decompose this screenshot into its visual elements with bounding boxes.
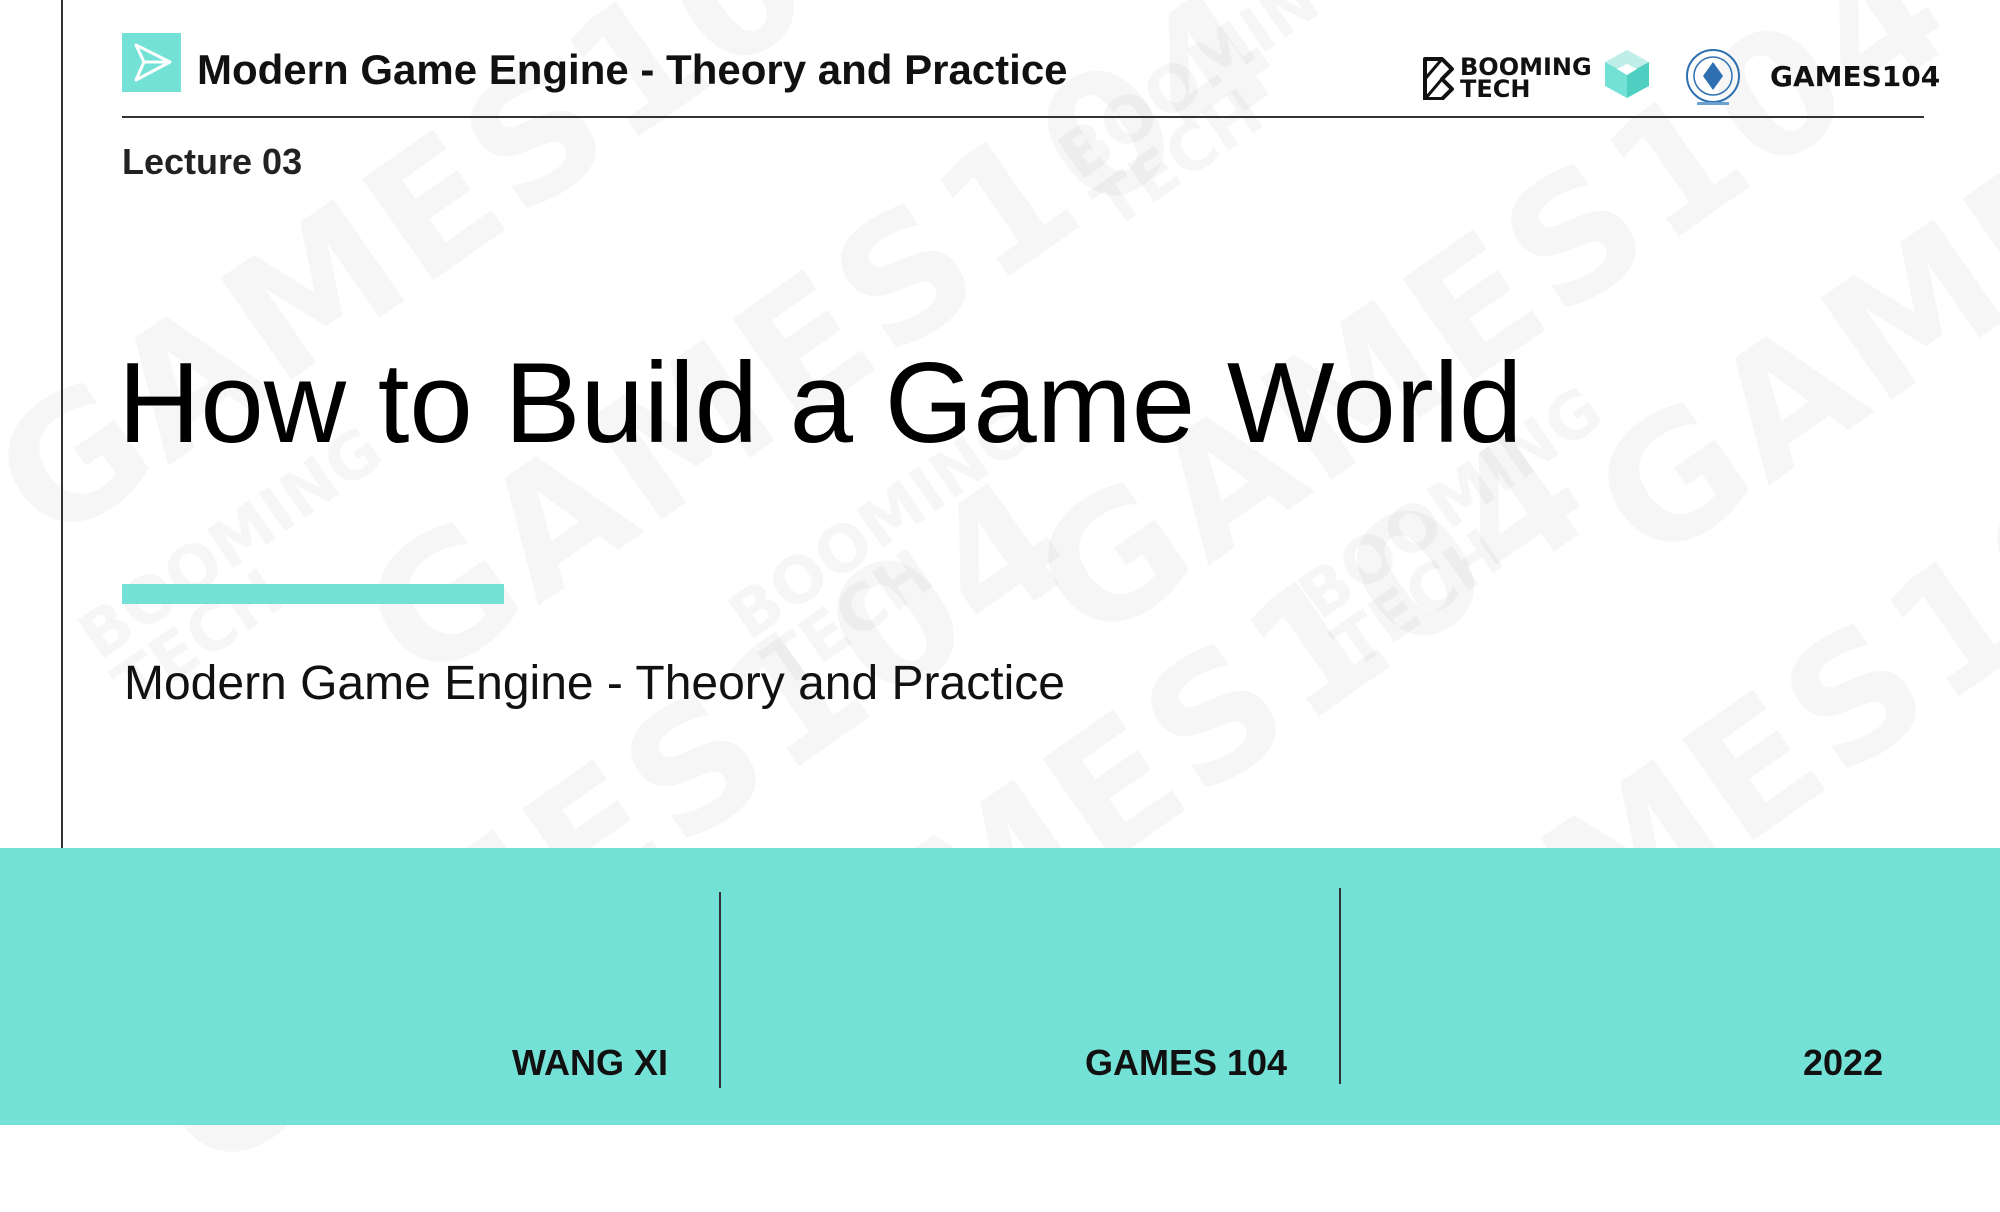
subtitle: Modern Game Engine - Theory and Practice bbox=[124, 657, 1065, 710]
footer-course: GAMES 104 bbox=[1085, 1042, 1288, 1083]
watermark-booming-tech: BOOMINGTECH bbox=[1050, 0, 1407, 238]
footer-author: WANG XI bbox=[512, 1042, 669, 1083]
accent-bar bbox=[122, 584, 504, 604]
games104-logo: GAMES104 bbox=[1770, 60, 1941, 93]
header-title: Modern Game Engine - Theory and Practice bbox=[197, 46, 1068, 93]
footer-divider bbox=[719, 892, 721, 1088]
header-divider bbox=[122, 116, 1924, 118]
lecture-number: Lecture 03 bbox=[122, 141, 303, 182]
footer-year: 2022 bbox=[1803, 1042, 1884, 1083]
left-divider bbox=[61, 0, 63, 848]
paper-plane-icon bbox=[122, 33, 181, 92]
footer-divider bbox=[1339, 888, 1341, 1084]
seal-icon bbox=[1683, 48, 1743, 108]
cube-icon bbox=[1603, 48, 1651, 100]
booming-tech-logo: BOOMING TECH bbox=[1422, 48, 1592, 108]
booming-mark-icon bbox=[1423, 57, 1454, 100]
booming-tech-wordmark: BOOMING TECH bbox=[1460, 53, 1592, 103]
footer: WANG XI GAMES 104 2022 bbox=[0, 848, 2000, 1125]
page-title: How to Build a Game World bbox=[118, 340, 1523, 467]
